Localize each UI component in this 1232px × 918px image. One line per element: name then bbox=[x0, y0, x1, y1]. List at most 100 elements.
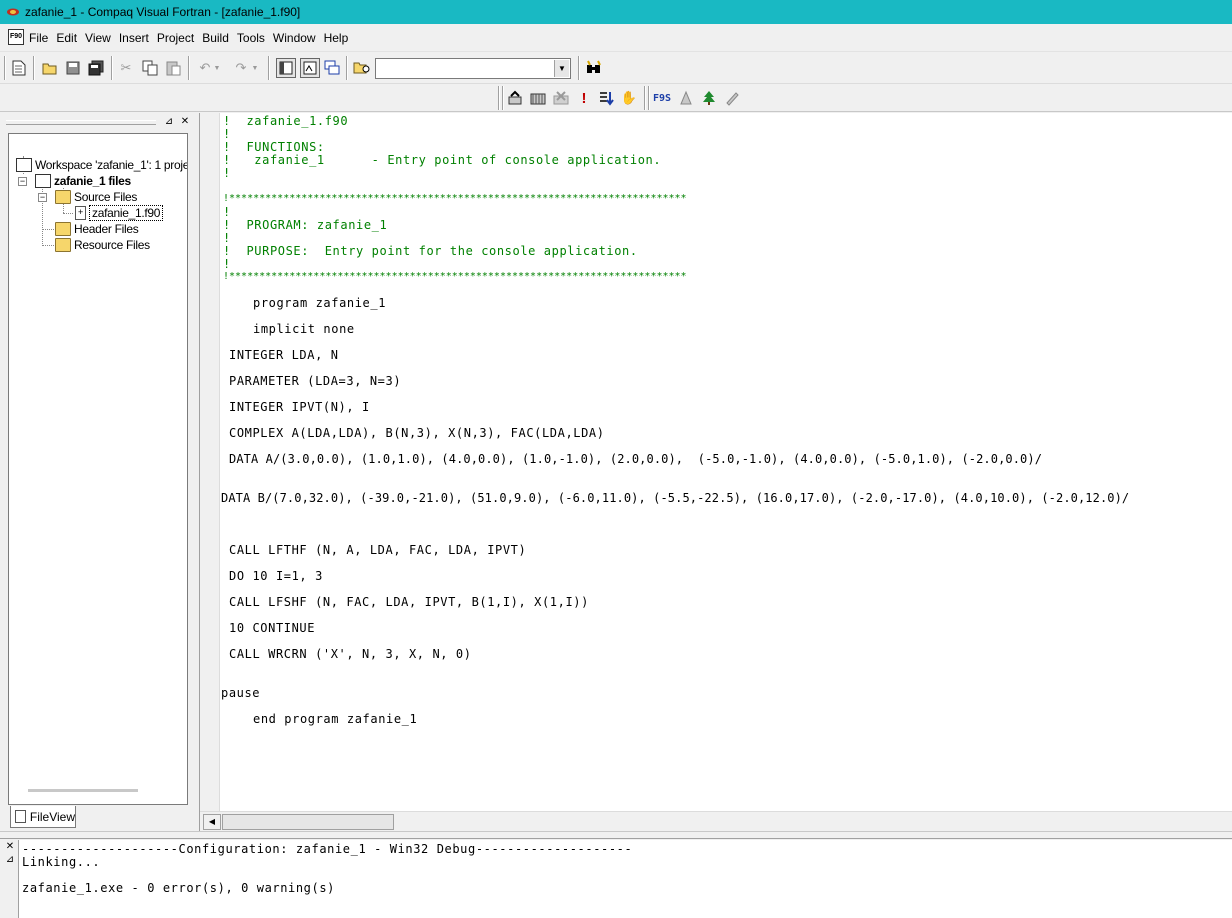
open-folder-icon[interactable] bbox=[40, 58, 60, 78]
pane-close-icon[interactable]: ✕ bbox=[178, 115, 192, 129]
code-line: DO 10 I=1, 3 bbox=[229, 569, 323, 583]
tree-line bbox=[42, 229, 54, 230]
build-icon[interactable] bbox=[528, 88, 548, 108]
workspace-grip[interactable] bbox=[6, 120, 156, 125]
paste-icon[interactable] bbox=[163, 58, 183, 78]
workspace-icon bbox=[16, 158, 32, 172]
scrollbar-thumb[interactable] bbox=[222, 814, 394, 830]
copy-icon[interactable] bbox=[140, 58, 160, 78]
output-line: Linking... bbox=[22, 855, 101, 869]
pane-splitter[interactable] bbox=[0, 831, 1232, 839]
workspace-label: Workspace 'zafanie_1': 1 proje bbox=[35, 158, 188, 172]
output-window-icon[interactable] bbox=[300, 58, 320, 78]
menu-build[interactable]: Build bbox=[202, 31, 229, 45]
new-file-icon[interactable] bbox=[9, 58, 29, 78]
workspace-window-icon[interactable] bbox=[276, 58, 296, 78]
code-line: ! PURPOSE: Entry point for the console a… bbox=[223, 244, 638, 258]
scroll-left-icon[interactable]: ◀ bbox=[203, 814, 221, 830]
tree-item-workspace[interactable]: Workspace 'zafanie_1': 1 proje bbox=[16, 157, 188, 173]
toolbar-grip bbox=[644, 86, 646, 110]
code-line: implicit none bbox=[253, 322, 355, 336]
code-line: ! zafanie_1.f90 bbox=[223, 114, 349, 128]
folder-icon bbox=[55, 238, 71, 252]
go-icon[interactable] bbox=[596, 88, 616, 108]
pane-resize-icon[interactable]: ⊿ bbox=[162, 115, 176, 129]
execute-icon[interactable]: ! bbox=[574, 88, 594, 108]
tree-item-project[interactable]: zafanie_1 files bbox=[35, 173, 131, 189]
code-line: ! PROGRAM: zafanie_1 bbox=[223, 218, 388, 232]
fortran-f9s-icon[interactable]: F9S bbox=[652, 88, 672, 108]
find-in-files-icon[interactable] bbox=[352, 58, 372, 78]
output-line: zafanie_1.exe - 0 error(s), 0 warning(s) bbox=[22, 881, 335, 895]
tree-line bbox=[42, 245, 54, 246]
toolbar-separator bbox=[188, 56, 190, 80]
menu-window[interactable]: Window bbox=[273, 31, 316, 45]
toolbar-separator bbox=[268, 56, 270, 80]
code-line: INTEGER LDA, N bbox=[229, 348, 339, 362]
build-toolbar: ! ✋ F9S bbox=[0, 84, 1232, 112]
toolbar-separator bbox=[578, 56, 580, 80]
window-list-icon[interactable] bbox=[322, 58, 342, 78]
project-label: zafanie_1 files bbox=[54, 174, 131, 188]
collapse-icon[interactable]: − bbox=[38, 193, 47, 202]
tree-item-resource-files[interactable]: Resource Files bbox=[55, 237, 150, 253]
code-line: ! bbox=[223, 231, 231, 245]
editor-gutter bbox=[200, 113, 220, 811]
editor-horizontal-scrollbar[interactable]: ◀ bbox=[200, 811, 1232, 831]
menu-help[interactable]: Help bbox=[324, 31, 349, 45]
tab-fileview[interactable]: FileView bbox=[10, 806, 76, 828]
toolbar-grip bbox=[502, 86, 504, 110]
document-icon[interactable]: F90 bbox=[8, 29, 24, 45]
redo-icon[interactable]: ↷ bbox=[231, 58, 251, 78]
tree-item-header-files[interactable]: Header Files bbox=[55, 221, 139, 237]
source-file-label: zafanie_1.f90 bbox=[89, 205, 164, 221]
output-text-area[interactable]: --------------------Configuration: zafan… bbox=[18, 840, 1232, 918]
menu-view[interactable]: View bbox=[85, 31, 111, 45]
folder-icon bbox=[55, 222, 71, 236]
standard-toolbar: ✂ ↶ ▼ ↷ ▼ ▼ bbox=[0, 52, 1232, 84]
code-line: CALL LFSHF (N, FAC, LDA, IPVT, B(1,I), X… bbox=[229, 595, 589, 609]
code-line: ! bbox=[223, 166, 231, 180]
collapse-icon[interactable]: − bbox=[18, 177, 27, 186]
profile-icon[interactable] bbox=[676, 88, 696, 108]
menu-edit[interactable]: Edit bbox=[56, 31, 77, 45]
tree-icon[interactable] bbox=[699, 88, 719, 108]
tree-item-source-file[interactable]: + zafanie_1.f90 bbox=[75, 205, 164, 221]
workspace-scrollbar[interactable] bbox=[28, 789, 138, 792]
save-all-icon[interactable] bbox=[86, 58, 106, 78]
save-icon[interactable] bbox=[63, 58, 83, 78]
tree-item-source-files[interactable]: Source Files bbox=[55, 189, 137, 205]
menu-file[interactable]: File bbox=[29, 31, 48, 45]
code-line: ! zafanie_1 - Entry point of console app… bbox=[223, 153, 662, 167]
breakpoint-hand-icon[interactable]: ✋ bbox=[619, 88, 639, 108]
find-combo[interactable]: ▼ bbox=[375, 58, 571, 79]
workspace-header: ⊿ ✕ bbox=[6, 115, 192, 129]
compile-icon[interactable] bbox=[505, 88, 525, 108]
fileview-tab-label: FileView bbox=[29, 809, 75, 824]
compaq-fortran-icon bbox=[7, 8, 19, 16]
code-line: pause bbox=[221, 686, 261, 700]
code-line: ! bbox=[223, 127, 231, 141]
file-tree: Workspace 'zafanie_1': 1 proje − zafanie… bbox=[8, 133, 188, 805]
output-resize-icon[interactable]: ⊿ bbox=[4, 854, 16, 866]
project-icon bbox=[35, 174, 51, 188]
workspace-pane: ⊿ ✕ Workspace 'zafanie_1': 1 proje − zaf… bbox=[0, 113, 198, 831]
code-line: DATA A/(3.0,0.0), (1.0,1.0), (4.0,0.0), … bbox=[229, 452, 1043, 466]
menu-insert[interactable]: Insert bbox=[119, 31, 149, 45]
cut-icon[interactable]: ✂ bbox=[116, 58, 136, 78]
output-pane: ✕ ⊿ --------------------Configuration: z… bbox=[0, 839, 1232, 918]
combo-dropdown-icon[interactable]: ▼ bbox=[554, 60, 569, 77]
find-icon[interactable] bbox=[584, 58, 604, 78]
pen-icon[interactable] bbox=[722, 88, 742, 108]
toolbar-separator bbox=[33, 56, 35, 80]
menu-project[interactable]: Project bbox=[157, 31, 194, 45]
code-line: PARAMETER (LDA=3, N=3) bbox=[229, 374, 402, 388]
output-close-icon[interactable]: ✕ bbox=[4, 841, 16, 853]
code-line: 10 CONTINUE bbox=[229, 621, 316, 635]
menu-tools[interactable]: Tools bbox=[237, 31, 265, 45]
stop-build-icon[interactable] bbox=[551, 88, 571, 108]
redo-dropdown-icon[interactable]: ▼ bbox=[250, 58, 260, 78]
undo-dropdown-icon[interactable]: ▼ bbox=[212, 58, 222, 78]
source-files-label: Source Files bbox=[74, 190, 138, 204]
code-editor[interactable]: ! zafanie_1.f90 ! ! FUNCTIONS: ! zafanie… bbox=[199, 113, 1232, 831]
